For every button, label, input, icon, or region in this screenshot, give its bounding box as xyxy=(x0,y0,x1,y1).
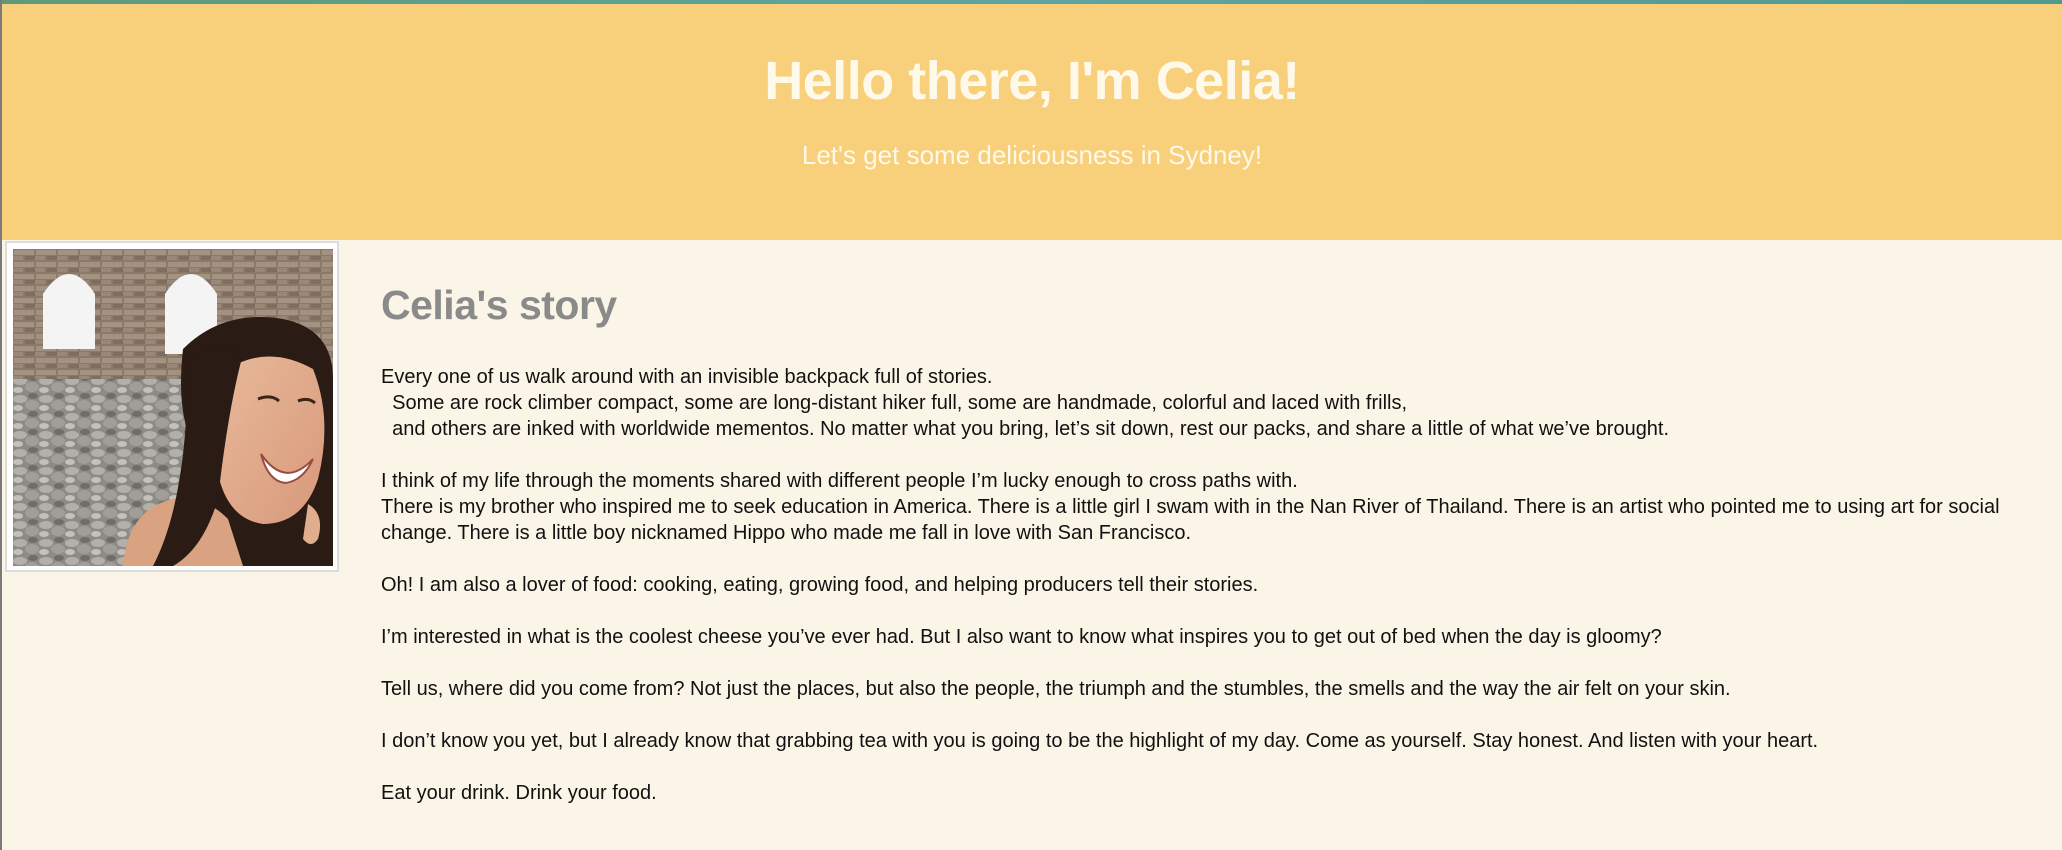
story-line: There is my brother who inspired me to s… xyxy=(381,496,2000,544)
story-paragraph: I don’t know you yet, but I already know… xyxy=(381,730,1819,752)
profile-photo xyxy=(13,249,333,566)
profile-photo-frame xyxy=(5,241,339,572)
hero-subtitle: Let's get some deliciousness in Sydney! xyxy=(801,140,1263,170)
hero-banner: Hello there, I'm Celia! Let's get some d… xyxy=(2,4,2062,240)
story-paragraph: Every one of us walk around with an invi… xyxy=(381,364,2031,442)
story-section: Celia's story Every one of us walk aroun… xyxy=(381,270,2031,832)
story-paragraph: Tell us, where did you come from? Not ju… xyxy=(381,678,1731,700)
page: Hello there, I'm Celia! Let's get some d… xyxy=(0,0,2062,850)
story-line: I think of my life through the moments s… xyxy=(381,470,1298,492)
story-paragraph: I’m interested in what is the coolest ch… xyxy=(381,626,1662,648)
story-paragraph: Oh! I am also a lover of food: cooking, … xyxy=(381,574,1259,596)
story-title: Celia's story xyxy=(381,282,617,328)
story-line: Some are rock climber compact, some are … xyxy=(381,392,1408,414)
story-line: Every one of us walk around with an invi… xyxy=(381,366,993,388)
hero-title: Hello there, I'm Celia! xyxy=(764,51,1300,111)
story-paragraph: Eat your drink. Drink your food. xyxy=(381,782,657,804)
story-body: Every one of us walk around with an invi… xyxy=(381,364,2031,806)
story-paragraph: I think of my life through the moments s… xyxy=(381,468,2031,546)
story-line: and others are inked with worldwide meme… xyxy=(381,418,1670,440)
